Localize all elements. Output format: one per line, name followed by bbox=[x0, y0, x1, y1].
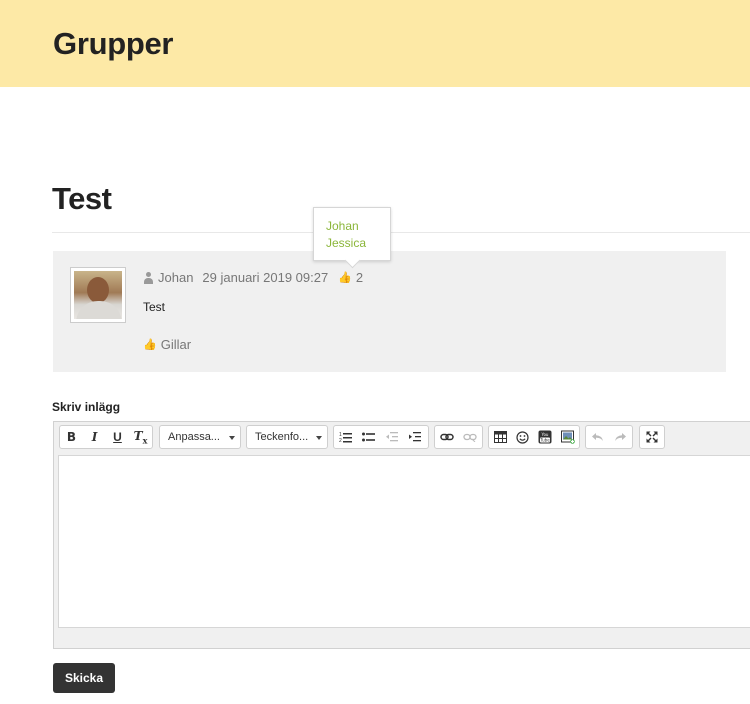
link-button[interactable] bbox=[435, 426, 458, 448]
post-author[interactable]: Johan bbox=[158, 270, 193, 285]
insert-group: You Tube bbox=[488, 425, 580, 449]
unlink-button[interactable] bbox=[458, 426, 481, 448]
smiley-icon bbox=[516, 430, 529, 444]
maximize-group bbox=[639, 425, 665, 449]
indent-button[interactable] bbox=[403, 426, 426, 448]
site-header: Grupper bbox=[0, 0, 750, 87]
post-date: 29 januari 2019 09:27 bbox=[202, 270, 329, 285]
unlink-icon bbox=[462, 433, 477, 442]
clear-format-button[interactable]: Tx bbox=[129, 426, 152, 448]
outdent-button[interactable] bbox=[380, 426, 403, 448]
post-card: Johan 29 januari 2019 09:27 👍 2 Test 👍 G… bbox=[53, 251, 726, 372]
outdent-icon bbox=[386, 432, 398, 442]
like-button[interactable]: 👍 Gillar bbox=[143, 337, 191, 352]
thumbs-up-icon: 👍 bbox=[143, 339, 157, 351]
form-label: Skriv inlägg bbox=[52, 400, 121, 414]
avatar[interactable] bbox=[70, 267, 126, 323]
font-combo-label: Teckenfo... bbox=[255, 431, 309, 443]
styles-combo-label: Anpassa... bbox=[168, 431, 220, 443]
redo-button[interactable] bbox=[609, 426, 632, 448]
format-group: B I U Tx bbox=[59, 425, 153, 449]
thumbs-up-icon: 👍 bbox=[338, 272, 352, 284]
clear-format-icon: Tx bbox=[133, 428, 148, 446]
maximize-icon bbox=[646, 431, 657, 443]
font-combo[interactable]: Teckenfo... bbox=[246, 425, 328, 449]
youtube-icon: YouTube bbox=[538, 430, 552, 444]
post-text: Test bbox=[143, 300, 166, 314]
undo-button[interactable] bbox=[586, 426, 609, 448]
user-icon bbox=[143, 271, 154, 284]
like-button-label: Gillar bbox=[160, 337, 192, 352]
insert-image-button[interactable] bbox=[557, 426, 580, 448]
bullet-list-button[interactable] bbox=[357, 426, 380, 448]
editor-toolbar: B I U Tx Anpassa... Teckenfo... 12 You T… bbox=[54, 422, 750, 455]
numbered-list-button[interactable]: 12 bbox=[334, 426, 357, 448]
tooltip-name[interactable]: Johan bbox=[326, 218, 390, 235]
likes-tooltip: Johan Jessica bbox=[313, 207, 391, 261]
bold-button[interactable]: B bbox=[60, 426, 83, 448]
bullet-list-icon bbox=[362, 432, 375, 442]
submit-button[interactable]: Skicka bbox=[53, 663, 115, 693]
maximize-button[interactable] bbox=[640, 426, 663, 448]
chevron-down-icon bbox=[229, 436, 235, 440]
svg-text:2: 2 bbox=[339, 438, 342, 443]
italic-button[interactable]: I bbox=[83, 426, 106, 448]
indent-icon bbox=[409, 432, 421, 442]
link-icon bbox=[439, 433, 454, 441]
numbered-list-icon: 12 bbox=[339, 432, 352, 443]
chevron-down-icon bbox=[316, 436, 322, 440]
undo-icon bbox=[592, 433, 603, 441]
emoji-button[interactable] bbox=[512, 426, 535, 448]
link-group bbox=[434, 425, 483, 449]
image-icon bbox=[560, 430, 575, 444]
styles-combo[interactable]: Anpassa... bbox=[159, 425, 241, 449]
list-group: 12 bbox=[333, 425, 429, 449]
table-icon bbox=[493, 431, 507, 443]
avatar-photo bbox=[74, 271, 122, 319]
svg-text:You: You bbox=[541, 432, 549, 437]
post-meta: Johan 29 januari 2019 09:27 👍 2 bbox=[143, 270, 363, 285]
like-count[interactable]: 2 bbox=[356, 270, 363, 285]
rich-text-editor: B I U Tx Anpassa... Teckenfo... 12 You T… bbox=[53, 421, 750, 649]
site-title: Grupper bbox=[53, 26, 174, 61]
editor-content-area[interactable] bbox=[58, 455, 750, 628]
table-button[interactable] bbox=[489, 426, 512, 448]
svg-text:Tube: Tube bbox=[540, 438, 551, 443]
history-group bbox=[585, 425, 633, 449]
youtube-button[interactable]: You Tube bbox=[534, 426, 557, 448]
page-title: Test bbox=[52, 181, 112, 216]
divider bbox=[52, 232, 750, 233]
redo-icon bbox=[615, 433, 626, 441]
underline-button[interactable]: U bbox=[106, 426, 129, 448]
tooltip-name[interactable]: Jessica bbox=[326, 235, 390, 252]
